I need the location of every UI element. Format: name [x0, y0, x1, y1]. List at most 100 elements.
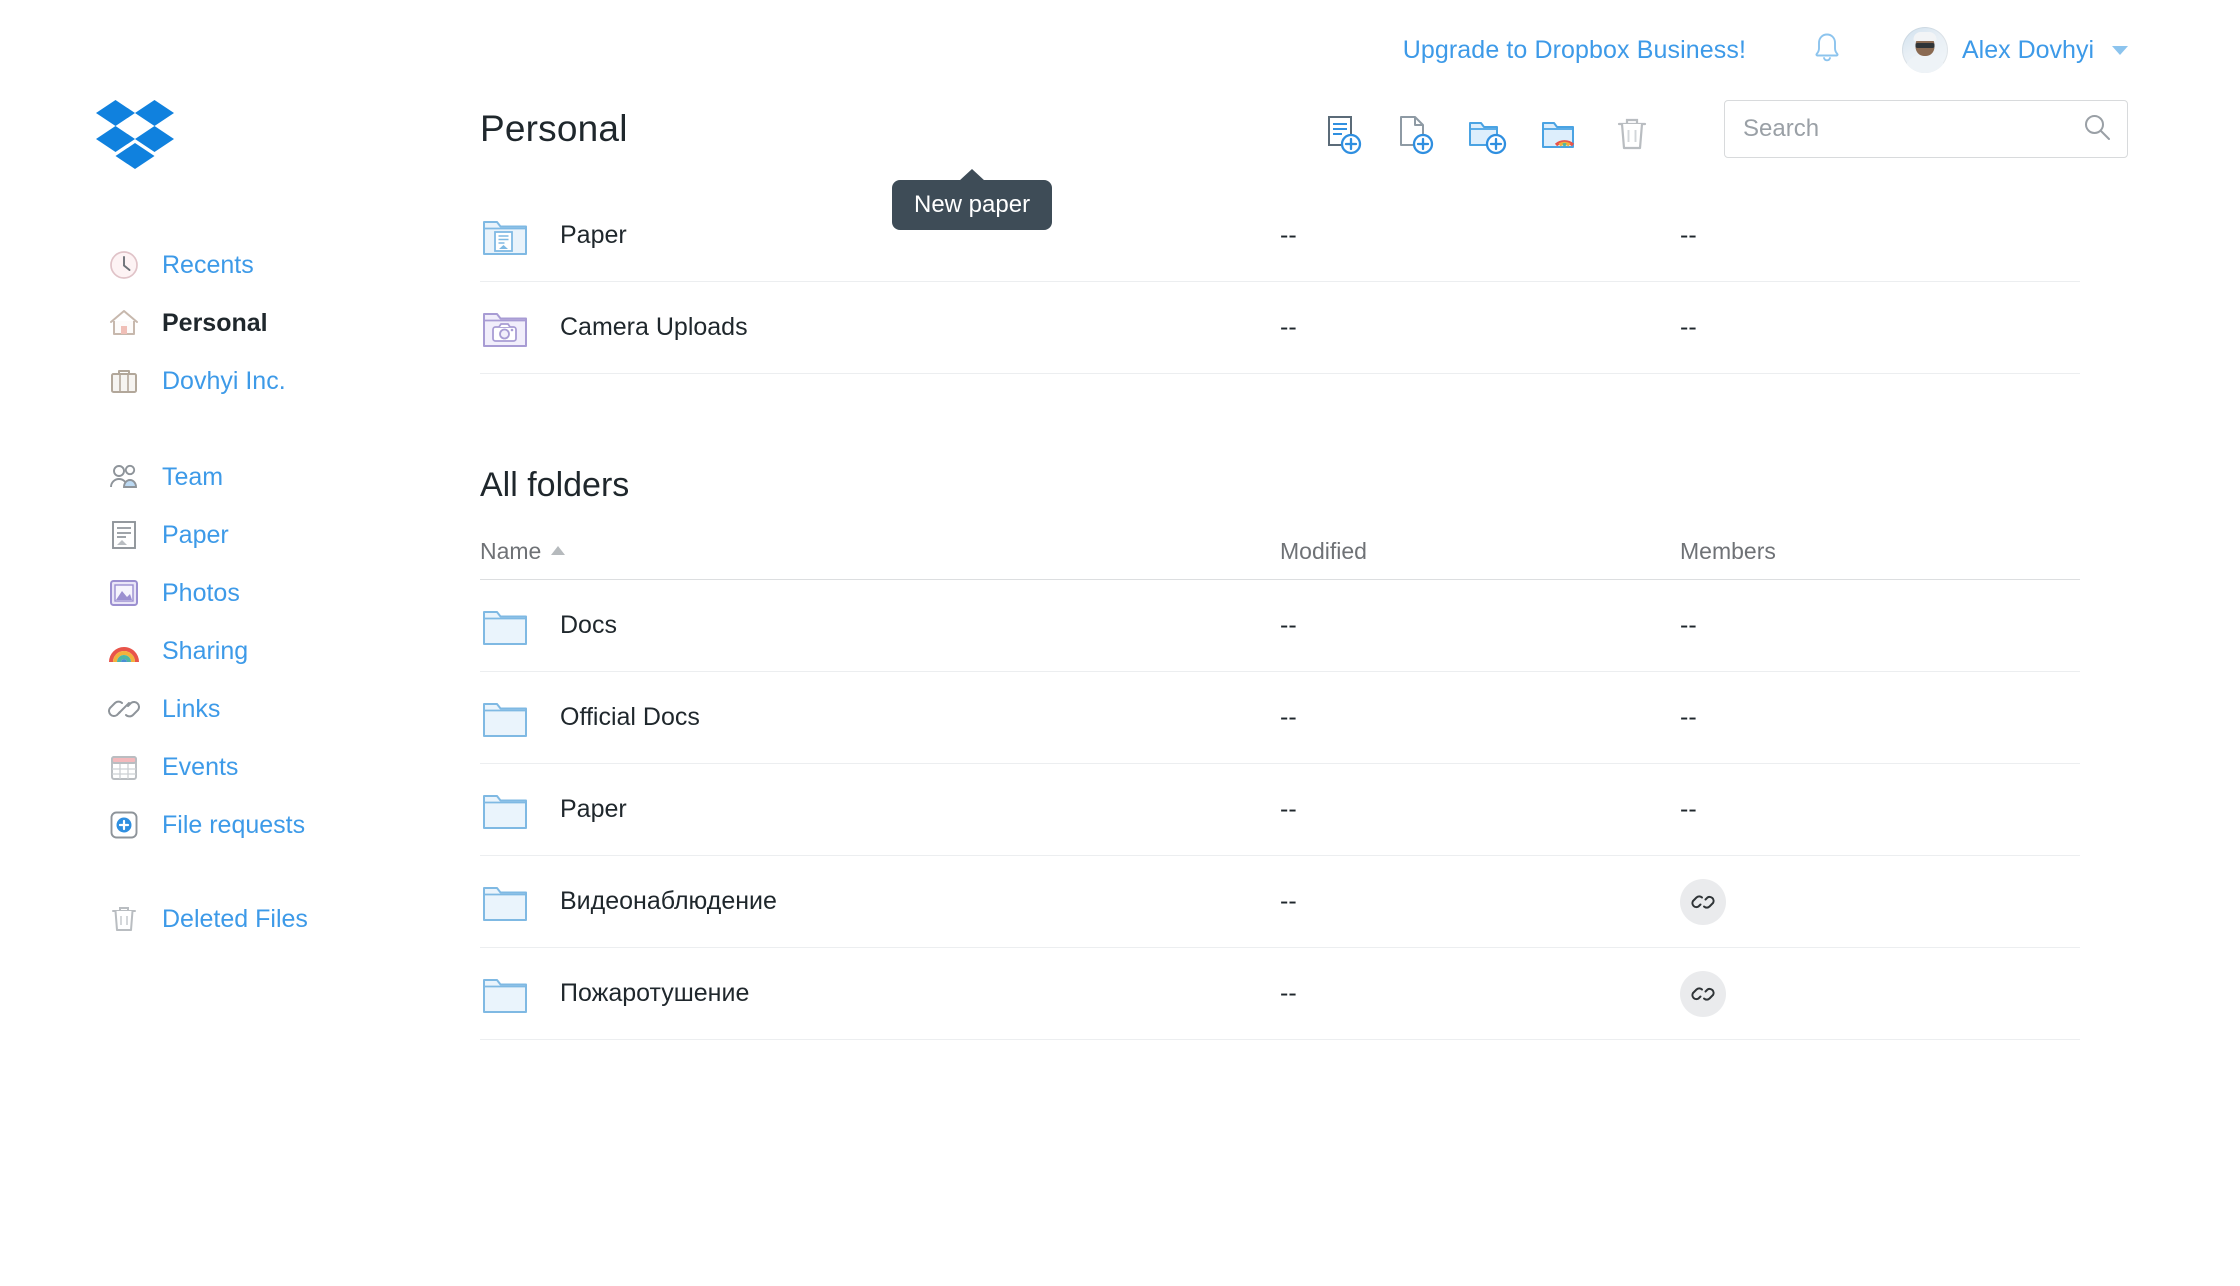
- photo-icon: [108, 577, 140, 609]
- sidebar-item-paper[interactable]: Paper: [0, 506, 480, 564]
- sidebar-item-label: Deleted Files: [162, 904, 308, 933]
- table-row[interactable]: Official Docs -- --: [480, 672, 2080, 764]
- column-header-modified[interactable]: Modified: [1280, 538, 1680, 579]
- trash-icon: [1615, 115, 1649, 158]
- main-content: Personal New paper Search Paper -- -- Ca…: [480, 0, 2240, 1286]
- page-title: Personal: [480, 108, 628, 149]
- table-row[interactable]: Видеонаблюдение --: [480, 856, 2080, 948]
- folder-icon: [482, 698, 528, 738]
- new-folder-button[interactable]: [1464, 112, 1512, 160]
- file-request-icon: [108, 809, 140, 841]
- folder-name: Camera Uploads: [560, 313, 748, 341]
- row-members-cell: --: [1680, 611, 1697, 639]
- folder-name: Paper: [560, 221, 627, 249]
- sidebar-item-label: Personal: [162, 308, 268, 337]
- sidebar-item-sharing[interactable]: Sharing: [0, 622, 480, 680]
- row-modified-cell: --: [1280, 703, 1297, 731]
- search-box[interactable]: [1724, 100, 2128, 158]
- new-paper-button[interactable]: [1320, 112, 1368, 160]
- folder-icon: [482, 974, 528, 1014]
- sidebar-item-label: Links: [162, 694, 221, 723]
- search-input[interactable]: [1743, 115, 2081, 143]
- row-name-cell: Official Docs: [480, 698, 1280, 738]
- sidebar-item-file-requests[interactable]: File requests: [0, 796, 480, 854]
- row-members-cell: [1680, 970, 2080, 1017]
- all-folders-heading: All folders: [480, 466, 630, 504]
- dropbox-app-window: Upgrade to Dropbox Business! Alex Dovhyi: [0, 0, 2240, 1286]
- shared-folder-icon: [1539, 114, 1581, 159]
- sidebar-item-label: Recents: [162, 250, 254, 279]
- column-header-name[interactable]: Name: [480, 538, 1280, 579]
- table-row[interactable]: Paper -- --: [480, 764, 2080, 856]
- folder-icon: [482, 882, 528, 922]
- special-folders-table: Paper -- -- Camera Uploads -- --: [480, 190, 2080, 374]
- row-modified-cell: --: [1280, 221, 1297, 249]
- sidebar-item-dovhyi-inc[interactable]: Dovhyi Inc.: [0, 352, 480, 410]
- row-name-cell: Paper: [480, 216, 1280, 256]
- table-row[interactable]: Paper -- --: [480, 190, 2080, 282]
- folder-icon: [482, 790, 528, 830]
- row-members-cell: [1680, 878, 2080, 925]
- sidebar-item-links[interactable]: Links: [0, 680, 480, 738]
- dropbox-logo[interactable]: [96, 100, 174, 170]
- shared-link-badge[interactable]: [1680, 878, 1726, 925]
- row-members-cell: --: [1680, 221, 1697, 249]
- folder-name: Paper: [560, 795, 627, 823]
- sidebar-item-events[interactable]: Events: [0, 738, 480, 796]
- sidebar-item-label: Team: [162, 462, 224, 491]
- new-file-icon: [1396, 114, 1436, 159]
- sidebar: Recents Personal Dovhyi Inc. Team Paper …: [0, 0, 480, 1286]
- row-modified-cell: --: [1280, 313, 1297, 341]
- new-shared-folder-button[interactable]: [1536, 112, 1584, 160]
- sidebar-item-personal[interactable]: Personal: [0, 294, 480, 352]
- sidebar-item-label: Paper: [162, 520, 229, 549]
- shared-link-badge[interactable]: [1680, 970, 1726, 1017]
- sidebar-item-photos[interactable]: Photos: [0, 564, 480, 622]
- folder-name: Пожаротушение: [560, 979, 750, 1007]
- link-chain-icon: [108, 693, 140, 725]
- row-modified-cell: --: [1280, 979, 1297, 1007]
- rainbow-icon: [108, 635, 140, 667]
- file-actions-toolbar: [1320, 112, 1656, 160]
- new-file-button[interactable]: [1392, 112, 1440, 160]
- sidebar-item-recents[interactable]: Recents: [0, 236, 480, 294]
- sort-ascending-icon: [551, 545, 566, 555]
- row-name-cell: Docs: [480, 606, 1280, 646]
- column-header-members[interactable]: Members: [1680, 538, 2080, 579]
- sidebar-nav: Recents Personal Dovhyi Inc. Team Paper …: [0, 236, 480, 948]
- table-row[interactable]: Docs -- --: [480, 580, 2080, 672]
- trash-icon: [108, 903, 140, 935]
- paper-folder-icon: [482, 216, 528, 256]
- folder-icon: [482, 606, 528, 646]
- table-row[interactable]: Camera Uploads -- --: [480, 282, 2080, 374]
- row-members-cell: --: [1680, 795, 1697, 823]
- row-members-cell: --: [1680, 703, 1697, 731]
- calendar-icon: [108, 751, 140, 783]
- sidebar-item-team[interactable]: Team: [0, 448, 480, 506]
- folder-name: Docs: [560, 611, 617, 639]
- sidebar-item-label: File requests: [162, 810, 306, 839]
- folder-name: Official Docs: [560, 703, 700, 731]
- sidebar-item-deleted-files[interactable]: Deleted Files: [0, 890, 480, 948]
- folder-name: Видеонаблюдение: [560, 887, 777, 915]
- sidebar-item-label: Events: [162, 752, 239, 781]
- sidebar-item-label: Sharing: [162, 636, 249, 665]
- row-name-cell: Paper: [480, 790, 1280, 830]
- sidebar-item-label: Dovhyi Inc.: [162, 366, 286, 395]
- table-row[interactable]: Пожаротушение --: [480, 948, 2080, 1040]
- delete-button[interactable]: [1608, 112, 1656, 160]
- clock-icon: [108, 249, 140, 281]
- sidebar-item-label: Photos: [162, 578, 240, 607]
- row-members-cell: --: [1680, 313, 1697, 341]
- row-modified-cell: --: [1280, 611, 1297, 639]
- table-header-row: Name Modified Members: [480, 524, 2080, 580]
- paper-doc-icon: [108, 519, 140, 551]
- all-folders-table: Name Modified Members Docs -- -- Officia…: [480, 524, 2080, 1040]
- search-icon[interactable]: [2081, 111, 2113, 148]
- home-icon: [108, 307, 140, 339]
- sidebar-divider-gap-2: [0, 854, 480, 890]
- row-name-cell: Camera Uploads: [480, 308, 1280, 348]
- row-modified-cell: --: [1280, 887, 1297, 915]
- row-name-cell: Пожаротушение: [480, 974, 1280, 1014]
- briefcase-icon: [108, 365, 140, 397]
